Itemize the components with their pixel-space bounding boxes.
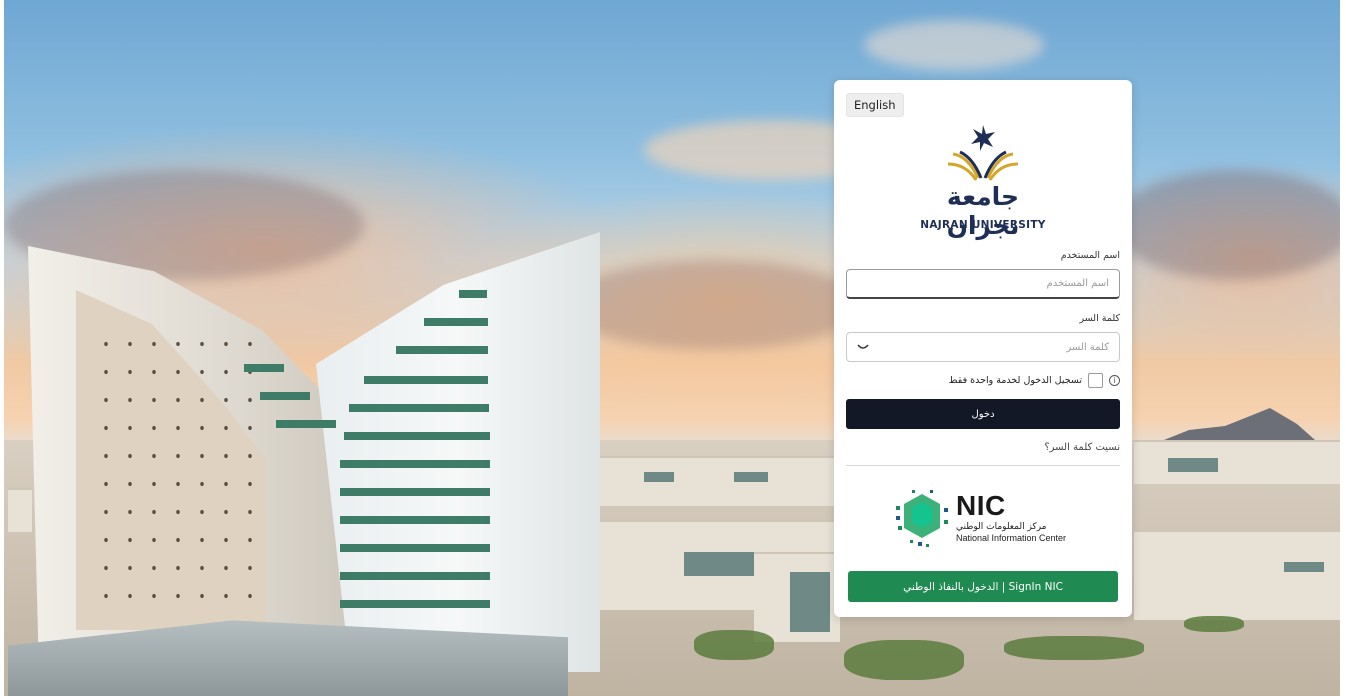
username-field-wrapper [846,269,1120,299]
single-service-login-row: i تسجيل الدخول لخدمة واحدة فقط [949,372,1120,388]
nic-name-ar: مركز المعلومات الوطني [956,522,1047,532]
username-label: اسم المستخدم [1060,250,1120,261]
info-icon[interactable]: i [1109,374,1120,386]
university-name-en: NAJRAN UNIVERSITY [920,219,1046,231]
username-input[interactable] [847,270,1119,297]
divider [846,465,1120,466]
nic-title: NIC [956,490,1006,521]
language-toggle-button[interactable]: English [846,93,904,117]
university-name-ar: جامعة نجران [946,182,1020,240]
university-logo: جامعة نجران NAJRAN UNIVERSITY [918,124,1048,240]
password-field-wrapper [846,332,1120,362]
university-logo-icon [947,125,1019,181]
nic-signin-button[interactable]: SignIn NIC | الدخول بالنفاذ الوطني [848,571,1118,602]
password-label: كلمة السر [1079,313,1120,324]
login-button[interactable]: دخول [846,399,1120,429]
login-card: English جامعة نجران NAJRAN UNIVERSITY اس… [834,80,1132,617]
nic-logo-icon [896,490,948,547]
single-service-label: تسجيل الدخول لخدمة واحدة فقط [948,374,1082,386]
nic-logo: NIC مركز المعلومات الوطني National Infor… [892,488,1072,552]
eye-toggle-icon[interactable] [857,342,869,352]
password-input[interactable] [847,333,1119,361]
forgot-password-link[interactable]: نسيت كلمة السر؟ [1044,442,1120,453]
background-campus-photo [4,0,1340,696]
nic-name-en: National Information Center [956,533,1067,543]
single-service-checkbox[interactable] [1088,372,1103,388]
